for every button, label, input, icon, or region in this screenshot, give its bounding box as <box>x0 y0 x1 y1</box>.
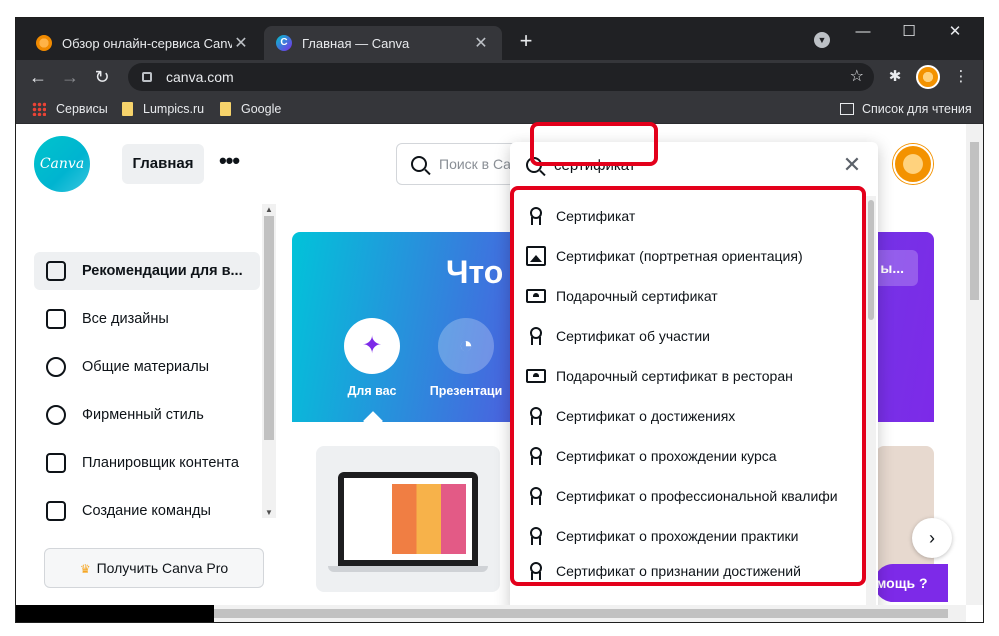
sidebar-item-label: Фирменный стиль <box>82 407 204 423</box>
close-tab-icon[interactable]: ✕ <box>472 33 490 53</box>
grid-icon <box>46 309 66 329</box>
lock-icon <box>142 72 152 82</box>
reading-list[interactable]: Список для чтения <box>840 100 972 118</box>
folder-icon <box>220 102 231 116</box>
minimize-icon[interactable]: — <box>840 18 886 48</box>
close-window-icon[interactable]: ✕ <box>932 18 978 48</box>
sidebar-item-team[interactable]: Создание команды <box>34 492 260 530</box>
search-icon <box>411 156 427 172</box>
orange-icon <box>36 35 52 51</box>
pro-button-label: Получить Canva Pro <box>96 560 229 576</box>
tab-canva-home[interactable]: C Главная — Canva ✕ <box>264 26 502 60</box>
sidebar-scrollbar[interactable]: ▲ ▼ <box>262 204 276 518</box>
scrollbar-track-dark <box>16 605 214 622</box>
sidebar-item-label: Рекомендации для в... <box>82 263 243 279</box>
highlight-search-input <box>530 122 658 166</box>
hero-title: Что <box>446 254 504 290</box>
crown-icon: ♛ <box>79 562 91 576</box>
tab-strip: Обзор онлайн-сервиса Canva ✕ C Главная —… <box>16 18 983 60</box>
sparkle-icon: ✦ <box>344 318 400 374</box>
dropdown-scrollbar[interactable] <box>866 196 876 605</box>
back-icon[interactable]: ← <box>26 65 50 89</box>
people-icon <box>46 357 66 377</box>
sidebar-item-label: Все дизайны <box>82 311 169 327</box>
bookmark-label: Google <box>241 102 282 116</box>
bookmark-apps[interactable]: Сервисы <box>32 100 108 118</box>
calendar-icon <box>46 453 66 473</box>
get-pro-button[interactable]: ♛ Получить Canva Pro <box>44 548 264 588</box>
sidebar-item-brand[interactable]: Фирменный стиль <box>34 396 260 434</box>
horizontal-scrollbar[interactable] <box>16 605 966 622</box>
sidebar-item-shared[interactable]: Общие материалы <box>34 348 260 386</box>
bookmark-label: Lumpics.ru <box>143 102 205 116</box>
apps-grid-icon <box>32 102 46 116</box>
home-icon <box>46 261 66 281</box>
laptop-preview-image <box>338 472 478 566</box>
category-label: Презентаци <box>429 384 503 398</box>
canva-icon: C <box>276 35 292 51</box>
reading-list-label: Список для чтения <box>862 102 972 116</box>
bookmark-star-icon[interactable]: ☆ <box>850 66 864 86</box>
reading-list-icon <box>840 103 854 115</box>
preview-screen <box>344 478 472 560</box>
bookmark-label: Сервисы <box>56 102 108 116</box>
photo-grid <box>392 484 466 554</box>
bookmark-lumpics[interactable]: Lumpics.ru <box>122 100 204 118</box>
sidebar-item-label: Создание команды <box>82 503 211 519</box>
maximize-icon[interactable]: ☐ <box>886 18 932 48</box>
sidebar-item-all-designs[interactable]: Все дизайны <box>34 300 260 338</box>
sidebar-item-label: Планировщик контента <box>82 455 239 471</box>
presentation-icon: ◔ <box>438 318 494 374</box>
tab-overview[interactable]: Обзор онлайн-сервиса Canva ✕ <box>24 26 262 60</box>
sidebar: Рекомендации для в... Все дизайны Общие … <box>16 204 278 524</box>
scrollbar-thumb[interactable] <box>264 216 274 440</box>
team-icon <box>46 501 66 521</box>
scrollbar-thumb[interactable] <box>970 142 979 300</box>
tab-title: Обзор онлайн-сервиса Canva <box>62 35 232 51</box>
clear-search-icon[interactable]: ✕ <box>840 153 864 177</box>
tab-title: Главная — Canva <box>302 35 410 51</box>
category-label: Для вас <box>347 384 397 398</box>
profile-avatar[interactable] <box>916 65 940 89</box>
scroll-up-icon[interactable]: ▲ <box>265 205 273 214</box>
new-tab-button[interactable]: + <box>514 30 538 54</box>
more-options-icon[interactable]: ••• <box>216 148 242 178</box>
extensions-icon[interactable]: ✱ <box>884 66 906 88</box>
sidebar-item-label: Общие материалы <box>82 359 210 375</box>
url-text: canva.com <box>166 69 234 85</box>
address-bar[interactable]: canva.com ☆ <box>128 63 874 91</box>
scrollbar-thumb[interactable] <box>868 200 874 320</box>
highlight-suggestions <box>510 186 866 586</box>
carousel-next-button[interactable]: › <box>912 518 952 558</box>
tab-search-icon[interactable]: ▼ <box>814 32 830 48</box>
reload-icon[interactable]: ↻ <box>90 65 114 89</box>
selected-category-indicator <box>363 411 383 431</box>
bookmark-google[interactable]: Google <box>220 100 281 118</box>
folder-icon <box>122 102 133 116</box>
search-placeholder: Поиск в Ca <box>439 156 511 172</box>
forward-icon[interactable]: → <box>58 65 82 89</box>
user-avatar[interactable] <box>893 144 933 184</box>
laptop-base <box>328 566 488 572</box>
scroll-down-icon[interactable]: ▼ <box>265 508 273 517</box>
category-presentations[interactable]: ◔ Презентаци <box>426 318 506 398</box>
design-card[interactable] <box>316 446 500 592</box>
scrollbar-thumb[interactable] <box>214 609 948 618</box>
browser-toolbar: ← → ↻ canva.com ☆ ✱ ⋮ <box>16 60 983 94</box>
brand-icon <box>46 405 66 425</box>
sidebar-item-planner[interactable]: Планировщик контента <box>34 444 260 482</box>
home-button[interactable]: Главная <box>122 144 204 184</box>
bookmarks-bar: Сервисы Lumpics.ru Google Список для чте… <box>16 94 983 124</box>
canva-logo[interactable]: Canva <box>34 136 90 192</box>
category-for-you[interactable]: ✦ Для вас <box>332 318 412 398</box>
sidebar-item-recommendations[interactable]: Рекомендации для в... <box>34 252 260 290</box>
page-scrollbar[interactable] <box>966 124 983 605</box>
menu-kebab-icon[interactable]: ⋮ <box>950 66 972 88</box>
close-tab-icon[interactable]: ✕ <box>232 33 250 53</box>
help-button[interactable]: мощь ? <box>874 564 948 602</box>
